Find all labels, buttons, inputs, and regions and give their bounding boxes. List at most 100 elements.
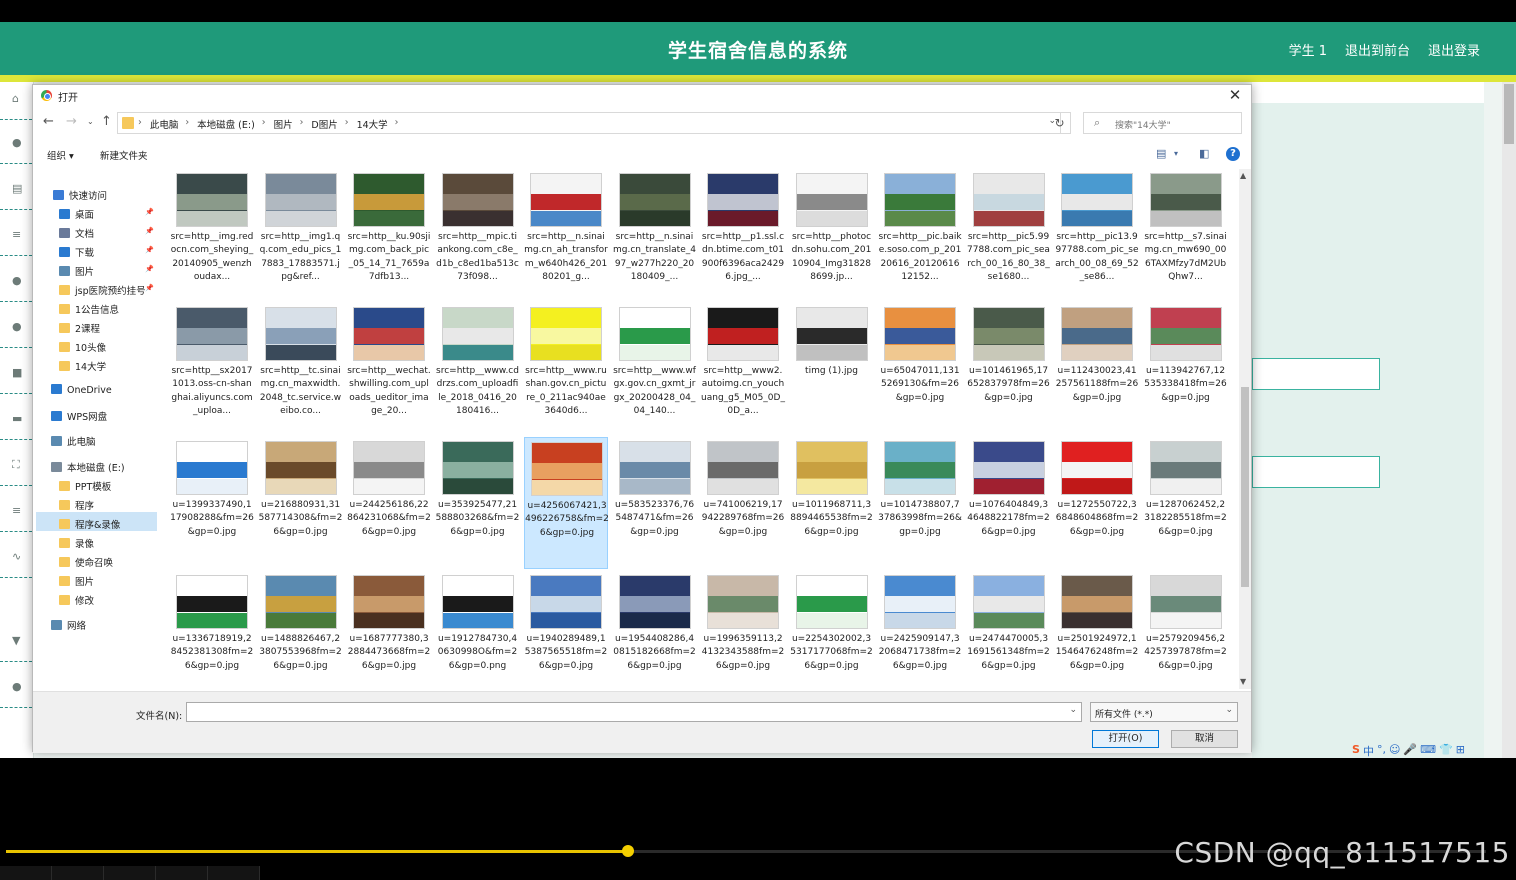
file-item[interactable]: src=http__www.cddrzs.com_uploadfile_2018… [436, 303, 520, 435]
file-item[interactable]: u=1287062452,23182285518fm=26&gp=0.jpg [1144, 437, 1228, 569]
cancel-button[interactable]: 取消 [1171, 730, 1238, 748]
file-item[interactable]: src=http__pic.baike.soso.com_p_20120616_… [878, 169, 962, 301]
ime-punct-icon[interactable]: °, [1377, 743, 1386, 759]
file-item[interactable]: src=http__photocdn.sohu.com_20110904_Img… [790, 169, 874, 301]
doc-icon[interactable]: ▤ [12, 183, 24, 194]
settings-icon[interactable]: ≡ [12, 229, 24, 240]
file-item[interactable]: u=2425909147,32068471738fm=26&gp=0.jpg [878, 571, 962, 689]
organize-button[interactable]: 组织 ▾ [47, 148, 74, 162]
dialog-titlebar[interactable]: 打开 ✕ [33, 85, 1251, 107]
ime-lang[interactable]: 中 [1363, 743, 1374, 759]
file-item[interactable]: u=1011968711,38894465538fm=26&gp=0.jpg [790, 437, 874, 569]
file-item[interactable]: u=741006219,17942289768fm=26&gp=0.jpg [701, 437, 785, 569]
file-item[interactable]: u=1996359113,24132343588fm=26&gp=0.jpg [701, 571, 785, 689]
file-item[interactable]: u=1336718919,28452381308fm=26&gp=0.jpg [170, 571, 254, 689]
tree-item[interactable]: 2课程 [59, 321, 100, 338]
file-item[interactable]: src=http__img.redocn.com_sheying_2014090… [170, 169, 254, 301]
file-item[interactable]: src=http__www2.autoimg.cn_youchuang_g5_M… [701, 303, 785, 435]
file-item[interactable]: u=1954408286,40815182668fm=26&gp=0.jpg [613, 571, 697, 689]
tree-item[interactable]: 程序&录像 [59, 517, 120, 534]
tree-item[interactable]: 此电脑 [51, 434, 96, 451]
tree-item[interactable]: OneDrive [51, 384, 112, 401]
file-item[interactable]: src=http__wechat.shwilling.com_uploads_u… [347, 303, 431, 435]
file-item[interactable]: u=101461965,17652837978fm=26&gp=0.jpg [967, 303, 1051, 435]
file-item[interactable]: u=2501924972,11546476248fm=26&gp=0.jpg [1055, 571, 1139, 689]
file-type-select[interactable]: 所有文件 (*.*) ⌄ [1090, 702, 1238, 722]
scrollbar-thumb[interactable] [1241, 387, 1249, 587]
file-item[interactable]: u=1488826467,23807553968fm=26&gp=0.jpg [259, 571, 343, 689]
search-input[interactable]: ⌕ 搜索"14大学" [1083, 112, 1242, 134]
breadcrumb-item[interactable]: 此电脑 [144, 117, 184, 131]
address-bar[interactable]: › 此电脑 › 本地磁盘 (E:) › 图片 › D图片 › 14大学 › ⌄ [117, 112, 1061, 134]
file-name-input[interactable]: ⌄ [186, 702, 1082, 722]
tree-item[interactable]: 1公告信息 [59, 302, 119, 319]
bag-icon[interactable]: ■ [12, 367, 24, 378]
form-field[interactable] [1252, 358, 1380, 390]
chevron-down-icon[interactable]: ⌄ [1069, 705, 1077, 715]
tree-item[interactable]: 使命召唤 [59, 555, 113, 572]
player-button[interactable] [156, 866, 208, 880]
tree-item[interactable]: 图片 📌 [59, 264, 154, 281]
file-item[interactable]: u=2474470005,31691561348fm=26&gp=0.jpg [967, 571, 1051, 689]
file-item[interactable]: src=http__n.sinaimg.cn_translate_497_w27… [613, 169, 697, 301]
breadcrumb-item[interactable]: 14大学 [351, 117, 393, 131]
file-item[interactable]: u=112430023,41257561188fm=26&gp=0.jpg [1055, 303, 1139, 435]
tree-item[interactable]: 下载 📌 [59, 245, 154, 262]
file-item[interactable]: src=http__pic13.997788.com_pic_search_00… [1055, 169, 1139, 301]
file-item[interactable]: src=http__tc.sinaimg.cn_maxwidth.2048_tc… [259, 303, 343, 435]
file-item[interactable]: src=http__mpic.tiankong.com_c8e_d1b_c8ed… [436, 169, 520, 301]
file-item[interactable]: u=1912784730,40630998O&fm=26&gp=0.png [436, 571, 520, 689]
ime-toolbar[interactable]: S 中 °, ☺ 🎤 ⌨ 👕 ⊞ [1352, 743, 1465, 759]
page-scrollbar[interactable] [1502, 82, 1516, 758]
back-icon[interactable]: ← [43, 114, 54, 129]
file-item[interactable]: u=113942767,12535338418fm=26&gp=0.jpg [1144, 303, 1228, 435]
file-item[interactable]: u=65047011,1315269130&fm=26&gp=0.jpg [878, 303, 962, 435]
progress-knob[interactable] [621, 845, 634, 857]
file-item[interactable]: src=http__www.wfgx.gov.cn_gxmt_jrgx_2020… [613, 303, 697, 435]
user-icon[interactable]: ● [12, 137, 24, 148]
breadcrumb-item[interactable]: D图片 [305, 117, 342, 131]
file-item[interactable]: u=583523376,765487471&fm=26&gp=0.jpg [613, 437, 697, 569]
form-field[interactable] [1252, 456, 1380, 488]
file-item[interactable]: u=1014738807,737863998fm=26&gp=0.jpg [878, 437, 962, 569]
tree-item[interactable]: 14大学 [59, 359, 106, 376]
ime-keyboard-icon[interactable]: ⌨ [1420, 743, 1436, 759]
recent-dropdown-icon[interactable]: ⌄ [87, 117, 94, 126]
file-item[interactable]: src=http__sx20171013.oss-cn-shanghai.ali… [170, 303, 254, 435]
chevron-down-icon[interactable]: ▾ [1174, 149, 1178, 158]
new-folder-button[interactable]: 新建文件夹 [100, 148, 148, 162]
close-icon[interactable]: ✕ [1225, 85, 1245, 105]
forward-icon[interactable]: → [66, 114, 77, 129]
file-item[interactable]: src=http__n.sinaimg.cn_ah_transform_w640… [524, 169, 608, 301]
scroll-down-icon[interactable]: ▼ [1240, 677, 1246, 686]
tree-item[interactable]: 快速访问 [53, 188, 107, 205]
pin-icon[interactable]: ▼ [12, 635, 24, 646]
file-item[interactable]: u=2579209456,24257397878fm=26&gp=0.jpg [1144, 571, 1228, 689]
tree-item[interactable]: 修改 [59, 593, 94, 610]
ime-emoji-icon[interactable]: ☺ [1389, 743, 1400, 759]
tree-item[interactable]: 文档 📌 [59, 226, 154, 243]
ime-skin-icon[interactable]: 👕 [1439, 743, 1453, 759]
home-icon[interactable]: ⌂ [12, 93, 24, 104]
nav-user[interactable]: 学生 1 [1289, 40, 1327, 59]
player-button[interactable] [104, 866, 156, 880]
page-scrollbar-thumb[interactable] [1504, 84, 1514, 144]
tree-item[interactable]: 录像 [59, 536, 94, 553]
tree-item[interactable]: 程序 [59, 498, 94, 515]
chart-icon[interactable]: ∿ [12, 551, 24, 562]
refresh-icon[interactable]: ↻ [1049, 112, 1071, 134]
nav-exit-frontend[interactable]: 退出到前台 [1345, 40, 1410, 59]
person-icon[interactable]: ● [12, 275, 24, 286]
expand-icon[interactable]: ⛶ [12, 459, 24, 470]
file-item[interactable]: u=1940289489,15387565518fm=26&gp=0.jpg [524, 571, 608, 689]
open-button[interactable]: 打开(O) [1092, 730, 1159, 748]
monitor-icon[interactable]: ▬ [12, 413, 24, 424]
file-item[interactable]: src=http__p1.ssl.cdn.btime.com_t01900f63… [701, 169, 785, 301]
tree-item[interactable]: 本地磁盘 (E:) [51, 460, 125, 477]
file-item[interactable]: u=1399337490,117908288&fm=26&gp=0.jpg [170, 437, 254, 569]
file-item[interactable]: u=4256067421,3496226758&fm=26&gp=0.jpg [524, 437, 609, 569]
view-mode-icon[interactable]: ▤ [1156, 147, 1166, 160]
breadcrumb-item[interactable]: 本地磁盘 (E:) [191, 117, 260, 131]
file-item[interactable]: u=1076404849,34648822178fm=26&gp=0.jpg [967, 437, 1051, 569]
file-item[interactable]: src=http__img1.qq.com_edu_pics_17883_178… [259, 169, 343, 301]
